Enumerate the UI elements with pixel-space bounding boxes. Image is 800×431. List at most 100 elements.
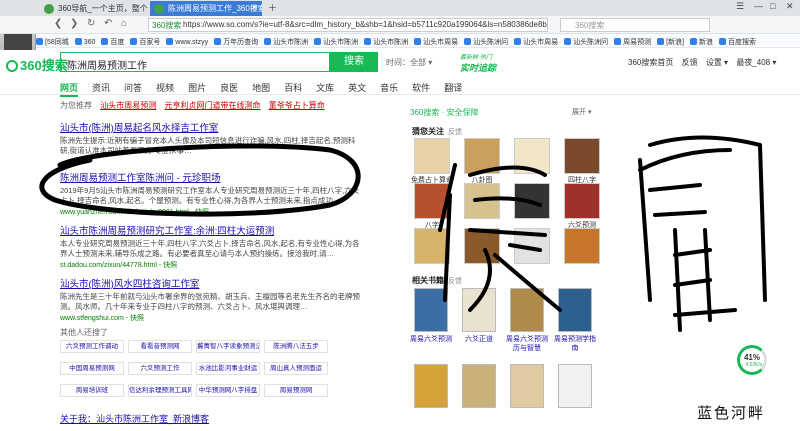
feedback-link[interactable]: 反馈 xyxy=(682,58,698,67)
book-title-link[interactable]: 周易六爻预测历与智慧 xyxy=(505,335,549,353)
bookmark-item[interactable]: 万年历查询 xyxy=(214,34,258,47)
bookmark-item[interactable]: 汕头陈洲问 xyxy=(464,34,508,47)
related-search-tag[interactable]: 周易培训班 xyxy=(60,384,124,397)
more-result-link[interactable]: 关于我：汕头市陈洲工作室_新浪博客 xyxy=(60,412,209,425)
bookmark-item[interactable]: 周易预测 xyxy=(614,34,651,47)
related-thumb-image[interactable] xyxy=(464,183,500,219)
search-home-link[interactable]: 360搜索首页 xyxy=(628,58,673,67)
related-search-tag[interactable]: 看看音预测网 xyxy=(128,340,192,353)
bookmark-item[interactable]: 百家号 xyxy=(130,34,160,47)
bookmark-item[interactable]: 汕头市陈洲 xyxy=(314,34,358,47)
undo-icon[interactable]: ↶ xyxy=(104,18,112,29)
refresh-icon[interactable]: ↻ xyxy=(87,18,95,29)
tab-category[interactable]: 问答 xyxy=(124,83,142,93)
recommend-link[interactable]: 董爷爷占卜算命 xyxy=(269,101,325,110)
related-search-tag[interactable]: 信达利余理预测工具网 xyxy=(128,384,192,397)
book-title-link[interactable]: 周易六爻预测 xyxy=(409,335,453,344)
book-cover-image[interactable] xyxy=(414,288,448,332)
book-cover-image[interactable] xyxy=(558,288,592,332)
related-search-tag[interactable]: 中华预测网八字排盘 xyxy=(196,384,260,397)
360-search-logo[interactable]: 360搜索 xyxy=(6,55,68,74)
related-search-tag[interactable]: 六爻预测工作调动 xyxy=(60,340,124,353)
related-thumb-image[interactable] xyxy=(564,138,600,174)
result-title-link[interactable]: 汕头市陈洲周易预测研究工作室:余洲:四柱大运预测 xyxy=(60,223,360,237)
realtime-tracking-link[interactable]: 最新鲜·热门 实时追踪 xyxy=(460,52,496,74)
related-thumb-image[interactable] xyxy=(514,228,550,264)
result-title-link[interactable]: 汕头市(陈洲)风水四柱咨询工作室 xyxy=(60,276,360,290)
bookmark-item[interactable]: 汕头市周易 xyxy=(514,34,558,47)
address-bar[interactable]: 360搜索 https://www.so.com/s?ie=utf-8&src=… xyxy=(148,18,548,32)
related-search-tag[interactable]: 水池比影河事业财运 xyxy=(196,362,260,375)
tab-category[interactable]: 音乐 xyxy=(380,83,398,93)
related-thumb-image[interactable] xyxy=(464,228,500,264)
bookmark-item[interactable]: 新浪 xyxy=(689,34,713,47)
bookmark-item[interactable]: 百度 xyxy=(101,34,124,47)
panel-expand-button[interactable]: 展开 ▾ xyxy=(572,107,591,117)
result-url[interactable]: www.stfengshui.com - 快照 xyxy=(60,313,360,323)
bookmark-item[interactable]: 汕头市陈洲 xyxy=(364,34,408,47)
new-tab-icon[interactable]: ＋ xyxy=(268,1,277,14)
book-cover-image[interactable] xyxy=(414,364,448,408)
related-thumb-image[interactable] xyxy=(514,183,550,219)
result-title-link[interactable]: 汕头市(陈洲)周易起名风水择吉工作室 xyxy=(60,120,360,134)
tab-category[interactable]: 翻译 xyxy=(444,83,462,93)
bookmark-item[interactable]: 汕头陈洲问 xyxy=(564,34,608,47)
maximize-icon[interactable]: □ xyxy=(770,1,775,11)
settings-link[interactable]: 设置 ▾ xyxy=(706,58,728,67)
menu-icon[interactable]: ☰ xyxy=(736,1,744,12)
bookmark-item[interactable]: 百度搜索 xyxy=(718,34,756,47)
tab-category[interactable]: 图片 xyxy=(188,83,206,93)
tab-category[interactable]: 资讯 xyxy=(92,83,110,93)
recommend-link[interactable]: 汕头市周易预测 xyxy=(100,101,156,110)
tab-close-icon[interactable]: ✕ xyxy=(251,3,258,12)
tab-category[interactable]: 地图 xyxy=(252,83,270,93)
tab-category[interactable]: 良医 xyxy=(220,83,238,93)
recommend-link[interactable]: 元亨利贞网门道带在线测命 xyxy=(164,101,260,110)
tab-category[interactable]: 软件 xyxy=(412,83,430,93)
book-title-link[interactable]: 六爻正道 xyxy=(457,335,501,344)
book-cover-image[interactable] xyxy=(510,364,544,408)
related-search-tag[interactable]: 冀菁智八字读象预测法 xyxy=(196,340,260,353)
search-button[interactable]: 搜索 xyxy=(330,52,378,72)
related-thumb-image[interactable] xyxy=(564,228,600,264)
tab-category[interactable]: 视频 xyxy=(156,83,174,93)
feedback-link[interactable]: 反馈 xyxy=(448,129,462,136)
close-window-icon[interactable]: ✕ xyxy=(786,1,794,12)
book-cover-image[interactable] xyxy=(510,288,544,332)
time-filter-dropdown[interactable]: 时间：全部 ▾ xyxy=(386,57,432,68)
bookmark-item[interactable]: 360 xyxy=(74,35,95,46)
tab-search-result[interactable]: 陈洲周易预测工作_360搜索 ✕ xyxy=(150,1,262,16)
minimize-icon[interactable]: — xyxy=(754,1,763,11)
related-thumb-image[interactable] xyxy=(414,228,450,264)
book-cover-image[interactable] xyxy=(462,364,496,408)
related-search-tag[interactable]: 周易预测网 xyxy=(264,384,328,397)
tab-category[interactable]: 英文 xyxy=(348,83,366,93)
related-search-tag[interactable]: 六爻预测工作 xyxy=(128,362,192,375)
result-title-link[interactable]: 陈洲周易预测工作室陈洲问 - 元珍职场 xyxy=(60,170,360,184)
book-cover-image[interactable] xyxy=(558,364,592,408)
feedback-link[interactable]: 反馈 xyxy=(448,278,462,285)
related-thumb-image[interactable] xyxy=(414,183,450,219)
related-search-tag[interactable]: 周山真人预测面运 xyxy=(264,362,328,375)
home-icon[interactable]: ⌂ xyxy=(121,18,127,29)
bookmark-item[interactable]: [58同城 xyxy=(36,34,69,47)
book-title-link[interactable]: 周易预测学指南 xyxy=(553,335,597,353)
search-input[interactable]: 陈洲周易预测工作 xyxy=(60,52,330,72)
bookmark-item[interactable]: [新浪] xyxy=(657,34,684,47)
back-icon[interactable]: ❮ xyxy=(54,18,62,29)
result-url[interactable]: st.dadou.com/zixun/44778.html - 快照 xyxy=(60,260,360,270)
tab-360-home[interactable]: 360导航_一个主页，整个世界 xyxy=(40,1,148,16)
related-thumb-image[interactable] xyxy=(464,138,500,174)
related-search-tag[interactable]: 中国周易预测网 xyxy=(60,362,124,375)
related-thumb-image[interactable] xyxy=(514,138,550,174)
bookmark-item[interactable]: 汕头市周易 xyxy=(414,34,458,47)
user-account-link[interactable]: 最夜_408 ▾ xyxy=(736,58,776,67)
related-thumb-image[interactable] xyxy=(414,138,450,174)
browser-search-box[interactable]: 360搜索 xyxy=(560,18,710,32)
forward-icon[interactable]: ❯ xyxy=(70,18,78,29)
bookmark-item[interactable]: www.stzyy xyxy=(166,35,208,46)
network-speed-badge[interactable]: 41% ↓ 4.53K/s xyxy=(737,345,767,375)
tab-category[interactable]: 文库 xyxy=(316,83,334,93)
result-url[interactable]: www.yuanzhen.com/lele/article-8091.html … xyxy=(60,207,360,217)
related-search-tag[interactable]: 陈洲腾八法五步 xyxy=(264,340,328,353)
